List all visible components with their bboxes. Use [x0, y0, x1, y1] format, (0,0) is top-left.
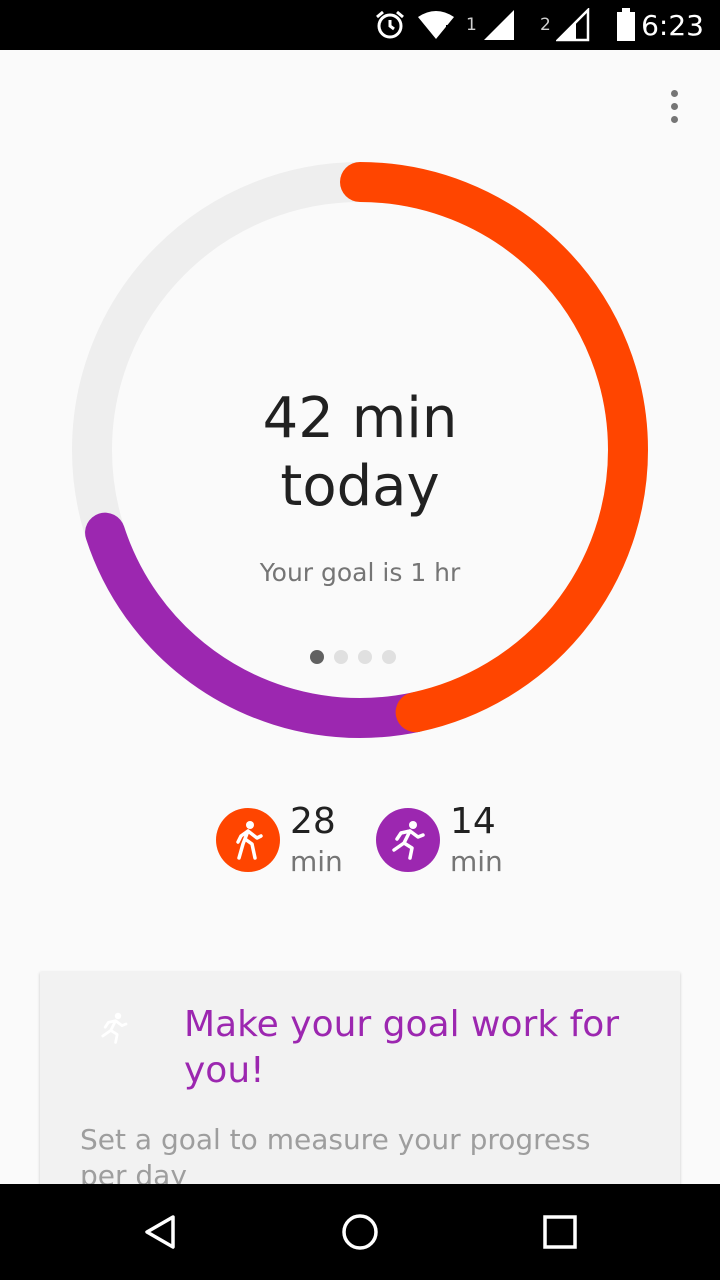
wifi-icon — [416, 0, 456, 50]
recents-icon[interactable] — [512, 1184, 608, 1280]
running-minutes: 14 — [450, 801, 496, 842]
goal-text: Your goal is 1 hr — [259, 558, 461, 587]
ring-period: today — [280, 454, 440, 519]
page-dot[interactable] — [310, 650, 324, 664]
status-time: 6:23 — [641, 8, 704, 42]
sim2-label: 2 — [540, 15, 551, 35]
running-icon — [376, 808, 440, 872]
sim1-label: 1 — [466, 15, 477, 35]
running-unit: min — [450, 845, 503, 878]
navigation-bar — [0, 1184, 720, 1280]
page-dot[interactable] — [358, 650, 372, 664]
back-icon[interactable] — [112, 1184, 208, 1280]
walking-unit: min — [290, 845, 343, 878]
walking-minutes: 28 — [290, 801, 336, 842]
page-indicator — [310, 650, 396, 664]
more-options-icon[interactable] — [654, 86, 694, 126]
ring-value: 42 min — [262, 386, 458, 451]
card-title: Make your goal work for you! — [184, 1004, 620, 1091]
signal-icon — [556, 0, 590, 50]
status-bar: 1 2 6:23 — [0, 0, 720, 50]
activity-walking[interactable]: 28 min — [216, 800, 343, 880]
alarm-icon — [374, 0, 406, 50]
goal-suggestion-card[interactable]: Make your goal work for you! Set a goal … — [40, 972, 680, 1212]
battery-icon — [616, 0, 636, 50]
activity-running[interactable]: 14 min — [376, 800, 503, 880]
walking-icon — [216, 808, 280, 872]
page-dot[interactable] — [382, 650, 396, 664]
activity-ring[interactable]: 42 min today Your goal is 1 hr — [0, 140, 720, 760]
ring-summary: 42 min today — [160, 385, 560, 521]
running-icon — [98, 1008, 130, 1053]
page-dot[interactable] — [334, 650, 348, 664]
signal-icon — [482, 0, 516, 50]
home-icon[interactable] — [312, 1184, 408, 1280]
